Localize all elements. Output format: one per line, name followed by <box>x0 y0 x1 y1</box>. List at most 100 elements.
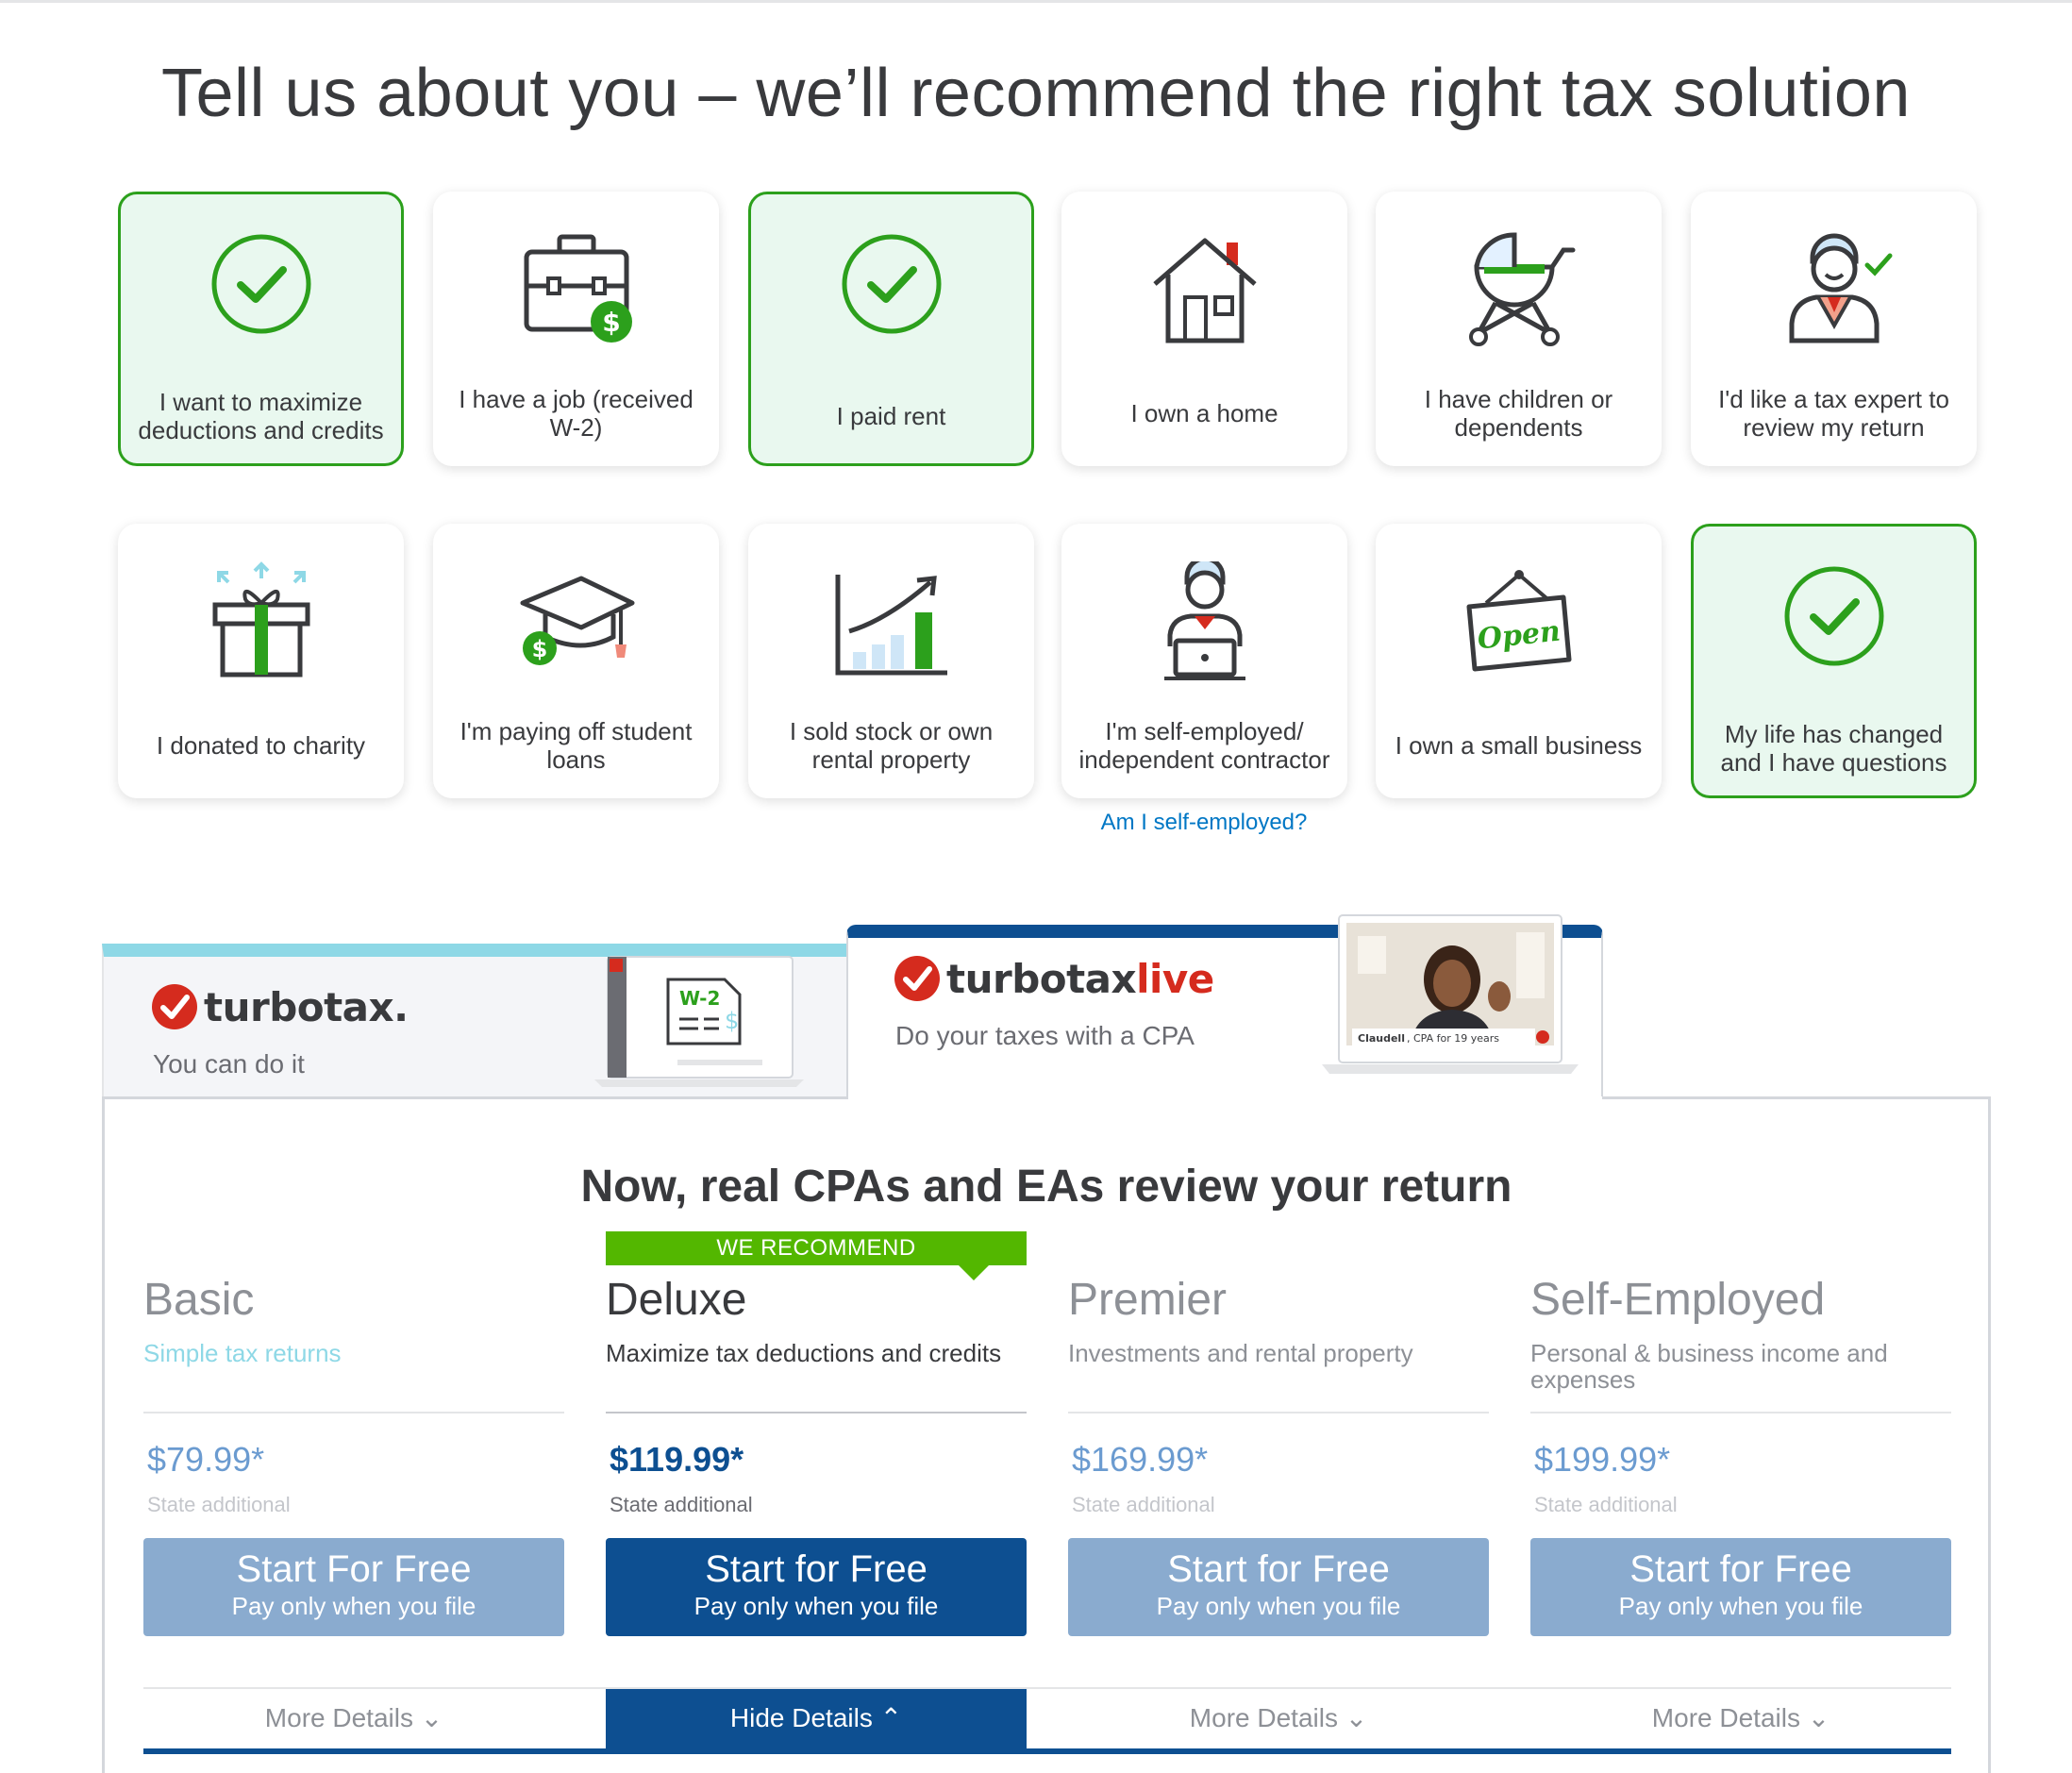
divider <box>1530 1412 1951 1413</box>
product-price: $119.99* <box>610 1440 744 1479</box>
brand-live: live <box>1136 955 1214 1002</box>
we-recommend-badge: WE RECOMMEND <box>606 1231 1027 1280</box>
hide-details-deluxe[interactable]: Hide Details ⌃ <box>606 1689 1027 1749</box>
cta-sublabel: Pay only when you file <box>1156 1592 1401 1620</box>
product-basic: Basic Simple tax returns $79.99* State a… <box>143 1274 564 1636</box>
tab-turbotax-live[interactable]: turbotax live Do your taxes with a CPA Cl… <box>846 914 1603 1104</box>
situation-label: I want to maximize deductions and credit… <box>138 388 384 444</box>
situation-card-stock-rental[interactable]: I sold stock or own rental property <box>748 524 1034 798</box>
situation-label: I own a home <box>1130 399 1278 427</box>
product-price: $199.99* <box>1534 1440 1671 1479</box>
situation-label: I'd like a tax expert to review my retur… <box>1718 385 1949 442</box>
start-for-free-button-self-employed[interactable]: Start for Free Pay only when you file <box>1530 1538 1951 1636</box>
cta-sublabel: Pay only when you file <box>1618 1592 1863 1620</box>
situation-card-job-w2[interactable]: $ I have a job (received W-2) <box>433 192 719 466</box>
situation-card-self-employed[interactable]: I'm self-employed/ independent contracto… <box>1061 524 1347 798</box>
cta-label: Start for Free <box>1167 1548 1390 1590</box>
gift-icon <box>118 561 404 694</box>
page-title: Tell us about you – we’ll recommend the … <box>161 56 1911 131</box>
cta-sublabel: Pay only when you file <box>231 1592 476 1620</box>
situation-card-student-loans[interactable]: $ I'm paying off student loans <box>433 524 719 798</box>
am-i-self-employed-link[interactable]: Am I self-employed? <box>1060 810 1348 836</box>
panel-top-border <box>1602 1096 1991 1099</box>
product-deluxe: Deluxe Maximize tax deductions and credi… <box>606 1274 1027 1636</box>
state-note: State additional <box>1072 1493 1215 1516</box>
brand-suffix: . <box>393 983 409 1030</box>
cta-label: Start for Free <box>705 1548 927 1590</box>
stroller-icon <box>1376 229 1662 361</box>
w2-laptop-illustration: W-2 $ <box>593 953 806 1091</box>
cta-label: Start For Free <box>236 1548 472 1590</box>
product-name: Deluxe <box>606 1275 747 1325</box>
state-note: State additional <box>147 1493 291 1516</box>
start-for-free-button-deluxe[interactable]: Start for Free Pay only when you file <box>606 1538 1027 1636</box>
product-desc: Simple tax returns <box>143 1339 342 1367</box>
product-self-employed: Self-Employed Personal & business income… <box>1530 1274 1951 1636</box>
tab-tagline: Do your taxes with a CPA <box>895 1021 1195 1050</box>
svg-text:$: $ <box>531 636 547 662</box>
tab-turbotax-diy[interactable]: turbotax. You can do it W-2 $ <box>102 944 847 1099</box>
graduation-cap-dollar-icon: $ <box>433 561 719 694</box>
divider <box>1068 1412 1489 1413</box>
product-name: Self-Employed <box>1530 1275 1826 1325</box>
product-desc: Investments and rental property <box>1068 1339 1413 1367</box>
situation-card-maximize-deductions[interactable]: I want to maximize deductions and credit… <box>118 192 404 466</box>
situation-card-paid-rent[interactable]: I paid rent <box>748 192 1034 466</box>
situation-label: I'm paying off student loans <box>460 717 693 774</box>
house-icon <box>1061 229 1347 361</box>
svg-text:$: $ <box>725 1008 739 1034</box>
product-price: $169.99* <box>1072 1440 1209 1479</box>
check-circle-icon <box>751 232 1031 364</box>
panel-headline: Now, real CPAs and EAs review your retur… <box>580 1162 1512 1212</box>
situation-card-charity[interactable]: I donated to charity <box>118 524 404 798</box>
state-note: State additional <box>1534 1493 1678 1516</box>
turbotax-check-icon <box>894 956 940 1001</box>
svg-text:$: $ <box>602 307 620 338</box>
divider <box>606 1412 1027 1413</box>
product-name: Premier <box>1068 1275 1228 1325</box>
check-circle-icon <box>1694 564 1974 696</box>
situation-card-life-changed[interactable]: My life has changed and I have questions <box>1691 524 1977 798</box>
situation-card-children[interactable]: I have children or dependents <box>1376 192 1662 466</box>
details-active-underline <box>143 1748 1951 1754</box>
situation-label: My life has changed and I have questions <box>1720 720 1947 777</box>
more-details-basic[interactable]: More Details ⌄ <box>143 1689 564 1749</box>
turbotax-live-logo: turbotax live <box>894 955 1214 1002</box>
product-price: $79.99* <box>147 1440 265 1479</box>
turbotax-logo: turbotax. <box>151 983 409 1030</box>
more-details-premier[interactable]: More Details ⌄ <box>1068 1689 1489 1749</box>
situation-card-small-business[interactable]: Open I own a small business <box>1376 524 1662 798</box>
tax-expert-icon <box>1691 229 1977 361</box>
cta-label: Start for Free <box>1629 1548 1852 1590</box>
cta-sublabel: Pay only when you file <box>693 1592 939 1620</box>
situation-label: I sold stock or own rental property <box>789 717 994 774</box>
situation-label: I donated to charity <box>156 731 366 760</box>
product-name: Basic <box>143 1275 255 1325</box>
product-desc: Maximize tax deductions and credits <box>606 1339 1002 1367</box>
situation-card-own-home[interactable]: I own a home <box>1061 192 1347 466</box>
divider <box>143 1412 564 1413</box>
situation-label: I own a small business <box>1395 731 1643 760</box>
situation-label: I have a job (received W-2) <box>459 385 693 442</box>
situation-label: I paid rent <box>836 402 946 430</box>
product-premier: Premier Investments and rental property … <box>1068 1274 1489 1636</box>
product-desc: Personal & business income and expenses <box>1530 1339 1888 1394</box>
panel-top-border <box>102 1096 848 1099</box>
briefcase-dollar-icon: $ <box>433 229 719 361</box>
check-circle-icon <box>121 232 401 364</box>
svg-text:W-2: W-2 <box>679 987 720 1010</box>
situation-label: I have children or dependents <box>1424 385 1613 442</box>
tab-tagline: You can do it <box>153 1049 305 1079</box>
start-for-free-button-basic[interactable]: Start For Free Pay only when you file <box>143 1538 564 1636</box>
more-details-self-employed[interactable]: More Details ⌄ <box>1530 1689 1951 1749</box>
situation-label: I'm self-employed/ independent contracto… <box>1078 717 1330 774</box>
rising-chart-icon <box>748 561 1034 694</box>
start-for-free-button-premier[interactable]: Start for Free Pay only when you file <box>1068 1538 1489 1636</box>
cpa-video-illustration: Claudell, CPA for 19 years <box>1320 913 1580 1076</box>
situation-card-tax-expert[interactable]: I'd like a tax expert to review my retur… <box>1691 192 1977 466</box>
video-caption-role: , CPA for 19 years <box>1407 1032 1499 1045</box>
brand-wordmark: turbotax <box>946 955 1137 1002</box>
state-note: State additional <box>610 1493 753 1516</box>
person-laptop-icon <box>1061 561 1347 694</box>
video-caption-name: Claudell <box>1358 1032 1405 1045</box>
